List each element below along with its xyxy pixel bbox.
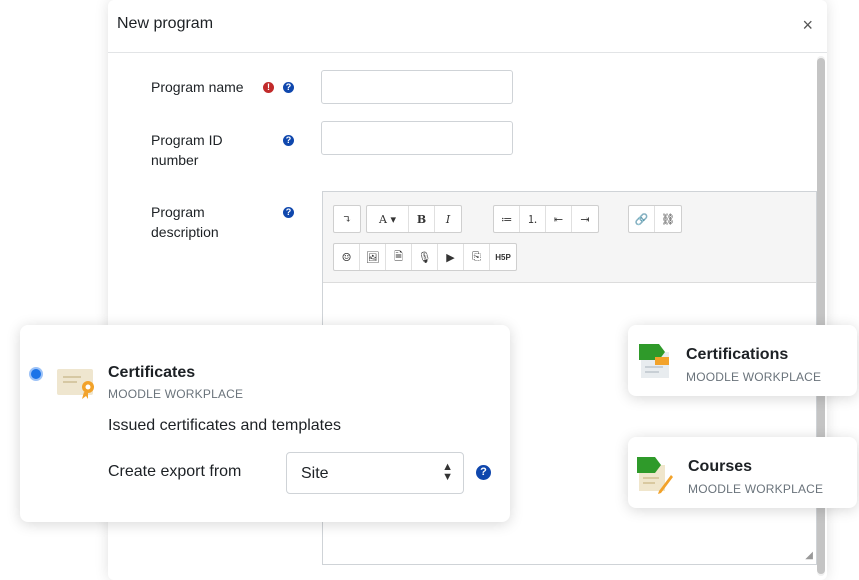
toolbar-group-lists: ≔ ⒈ ⇤ ⇥ [493, 205, 599, 233]
outdent-icon[interactable]: ⇤ [546, 206, 572, 232]
emoticon-icon[interactable]: ☺ [334, 244, 360, 270]
courses-title: Courses [688, 458, 753, 475]
required-icon: ! [263, 82, 274, 93]
unlink-icon[interactable]: ⛓ [655, 206, 681, 232]
link-icon[interactable]: 🔗 [629, 206, 655, 232]
help-icon[interactable]: ? [283, 207, 294, 218]
certificates-subtitle: MOODLE WORKPLACE [108, 387, 244, 401]
help-icon[interactable]: ? [283, 135, 294, 146]
certificate-icon [57, 365, 99, 404]
program-description-label-line2: description [151, 224, 219, 240]
close-icon[interactable]: × [802, 16, 813, 34]
toolbar-group-media: ☺ 🖼 🗎 🎙 ▶ ⎘ H5P [333, 243, 517, 271]
collapse-toolbar-icon[interactable]: ↴ [334, 206, 360, 232]
program-name-label: Program name [151, 79, 244, 95]
certifications-title: Certifications [686, 346, 789, 363]
program-id-input[interactable] [321, 121, 513, 155]
program-id-label-line2: number [151, 152, 199, 168]
toolbar-group-collapse: ↴ [333, 205, 361, 233]
export-source-value: Site [301, 465, 329, 482]
unordered-list-icon[interactable]: ≔ [494, 206, 520, 232]
modal-header: New program × [108, 0, 827, 53]
record-video-icon[interactable]: ▶ [438, 244, 464, 270]
export-source-select[interactable]: Site ▲ ▼ [286, 452, 464, 494]
h5p-icon[interactable]: H5P [490, 244, 516, 270]
certifications-card[interactable]: Certifications MOODLE WORKPLACE [628, 325, 857, 396]
image-icon[interactable]: 🖼 [360, 244, 386, 270]
font-style-icon[interactable]: A ▾ [367, 206, 409, 232]
italic-icon[interactable]: I [435, 206, 461, 232]
program-name-input[interactable] [321, 70, 513, 104]
ordered-list-icon[interactable]: ⒈ [520, 206, 546, 232]
modal-title: New program [117, 15, 214, 32]
certificates-description: Issued certificates and templates [108, 417, 342, 434]
media-icon[interactable]: 🗎 [386, 244, 412, 270]
courses-subtitle: MOODLE WORKPLACE [688, 482, 824, 496]
program-description-label-line1: Program [151, 204, 205, 220]
certificates-title: Certificates [108, 364, 196, 381]
resize-grip-icon[interactable]: ◢ [805, 550, 813, 561]
bold-icon[interactable]: B [409, 206, 435, 232]
editor-toolbar: ↴ A ▾ B I ≔ ⒈ ⇤ ⇥ 🔗 ⛓ ☺ 🖼 🗎 🎙 ▶ ⎘ H5P [323, 192, 816, 283]
chevron-updown-icon: ▲ ▼ [442, 461, 453, 483]
certification-icon [639, 342, 673, 387]
record-audio-icon[interactable]: 🎙 [412, 244, 438, 270]
toolbar-group-format: A ▾ B I [366, 205, 462, 233]
program-id-label-line1: Program ID [151, 132, 223, 148]
certificates-card[interactable]: Certificates MOODLE WORKPLACE Issued cer… [20, 325, 510, 522]
help-icon[interactable]: ? [476, 465, 491, 480]
courses-card[interactable]: Courses MOODLE WORKPLACE [628, 437, 857, 508]
manage-files-icon[interactable]: ⎘ [464, 244, 490, 270]
export-label: Create export from [108, 463, 242, 480]
certifications-subtitle: MOODLE WORKPLACE [686, 370, 822, 384]
toolbar-group-links: 🔗 ⛓ [628, 205, 682, 233]
help-icon[interactable]: ? [283, 82, 294, 93]
course-icon [637, 455, 673, 500]
indent-icon[interactable]: ⇥ [572, 206, 598, 232]
radio-selected[interactable] [29, 367, 43, 381]
